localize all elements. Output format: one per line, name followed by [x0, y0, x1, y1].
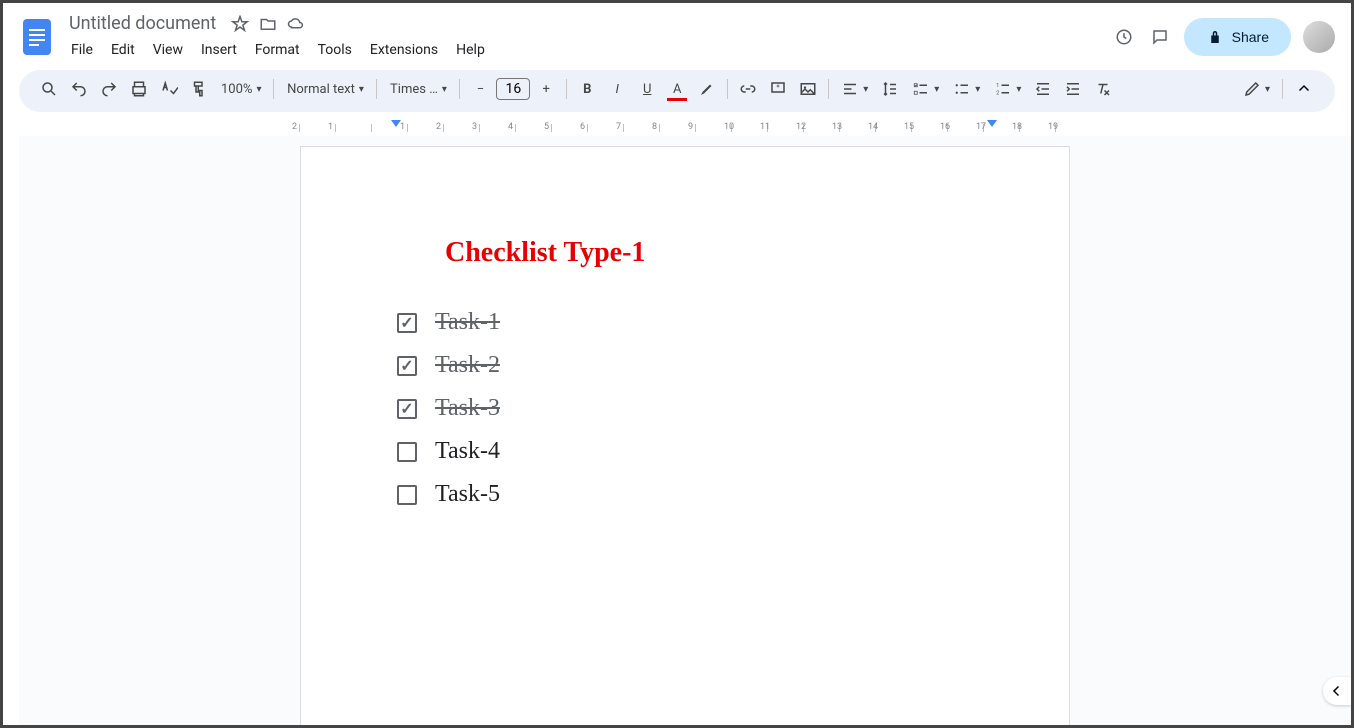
- checklist-item: Task-2: [397, 352, 973, 379]
- indent-decrease-icon[interactable]: [1029, 75, 1057, 103]
- checkbox-icon[interactable]: [397, 313, 417, 333]
- share-button[interactable]: Share: [1184, 18, 1291, 56]
- checkbox-icon[interactable]: [397, 356, 417, 376]
- vertical-ruler: [3, 120, 19, 725]
- checkbox-icon[interactable]: [397, 485, 417, 505]
- font-size-input[interactable]: 16: [496, 78, 530, 100]
- checklist-text: Task-1: [435, 309, 500, 336]
- checklist-item: Task-4: [397, 438, 973, 465]
- cloud-icon[interactable]: [286, 14, 306, 34]
- docs-logo[interactable]: [19, 19, 55, 55]
- highlight-button[interactable]: [693, 75, 721, 103]
- redo-icon[interactable]: [95, 75, 123, 103]
- menu-format[interactable]: Format: [247, 38, 308, 62]
- star-icon[interactable]: [230, 14, 250, 34]
- comment-icon[interactable]: [764, 75, 792, 103]
- editing-mode-dropdown[interactable]: [1237, 75, 1276, 103]
- menu-help[interactable]: Help: [448, 38, 493, 62]
- checklist-dropdown[interactable]: [906, 75, 945, 103]
- checklist-item: Task-5: [397, 481, 973, 508]
- checklist-text: Task-2: [435, 352, 500, 379]
- link-icon[interactable]: [734, 75, 762, 103]
- comments-icon[interactable]: [1148, 25, 1172, 49]
- menu-view[interactable]: View: [145, 38, 191, 62]
- indent-marker-left[interactable]: [391, 120, 401, 127]
- svg-text:2: 2: [997, 90, 1000, 96]
- align-dropdown[interactable]: [835, 75, 874, 103]
- indent-increase-icon[interactable]: [1059, 75, 1087, 103]
- checklist-text: Task-4: [435, 438, 500, 465]
- numbered-list-dropdown[interactable]: 12: [988, 75, 1027, 103]
- document-page[interactable]: Checklist Type-1 Task-1Task-2Task-3Task-…: [300, 146, 1070, 725]
- svg-text:1: 1: [997, 83, 1000, 89]
- horizontal-ruler: 2112345678910111213141516171819: [19, 120, 1351, 136]
- checklist-item: Task-3: [397, 395, 973, 422]
- image-icon[interactable]: [794, 75, 822, 103]
- style-dropdown[interactable]: Normal text: [280, 75, 370, 103]
- font-dropdown[interactable]: Times …: [383, 75, 453, 103]
- menu-extensions[interactable]: Extensions: [362, 38, 446, 62]
- header: Untitled document FileEditViewInsertForm…: [3, 3, 1351, 70]
- print-icon[interactable]: [125, 75, 153, 103]
- menu-tools[interactable]: Tools: [310, 38, 360, 62]
- share-label: Share: [1232, 29, 1269, 45]
- collapse-toolbar-icon[interactable]: [1289, 74, 1319, 104]
- font-size-increase[interactable]: +: [532, 75, 560, 103]
- move-icon[interactable]: [258, 14, 278, 34]
- toolbar: 100% Normal text Times … − 16 + B I U A …: [19, 70, 1335, 112]
- menu-insert[interactable]: Insert: [193, 38, 245, 62]
- undo-icon[interactable]: [65, 75, 93, 103]
- underline-button[interactable]: U: [633, 75, 661, 103]
- spellcheck-icon[interactable]: [155, 75, 183, 103]
- indent-marker-right[interactable]: [987, 120, 997, 127]
- font-size-decrease[interactable]: −: [466, 75, 494, 103]
- document-title[interactable]: Untitled document: [63, 11, 222, 36]
- checklist: Task-1 Task-2 Task-3 Task-4 Task-5: [397, 309, 973, 508]
- menu-bar: FileEditViewInsertFormatToolsExtensionsH…: [63, 38, 1104, 62]
- paint-format-icon[interactable]: [185, 75, 213, 103]
- checklist-text: Task-5: [435, 481, 500, 508]
- clear-format-icon[interactable]: [1089, 75, 1117, 103]
- line-spacing-icon[interactable]: [876, 75, 904, 103]
- history-icon[interactable]: [1112, 25, 1136, 49]
- zoom-dropdown[interactable]: 100%: [215, 75, 267, 103]
- bold-button[interactable]: B: [573, 75, 601, 103]
- checklist-item: Task-1: [397, 309, 973, 336]
- menu-file[interactable]: File: [63, 38, 101, 62]
- menu-edit[interactable]: Edit: [103, 38, 143, 62]
- side-panel-toggle-icon[interactable]: [1323, 677, 1351, 705]
- checklist-text: Task-3: [435, 395, 500, 422]
- avatar[interactable]: [1303, 21, 1335, 53]
- document-heading: Checklist Type-1: [445, 237, 973, 269]
- text-color-button[interactable]: A: [663, 75, 691, 103]
- italic-button[interactable]: I: [603, 75, 631, 103]
- search-icon[interactable]: [35, 75, 63, 103]
- checkbox-icon[interactable]: [397, 442, 417, 462]
- checkbox-icon[interactable]: [397, 399, 417, 419]
- bullet-list-dropdown[interactable]: [947, 75, 986, 103]
